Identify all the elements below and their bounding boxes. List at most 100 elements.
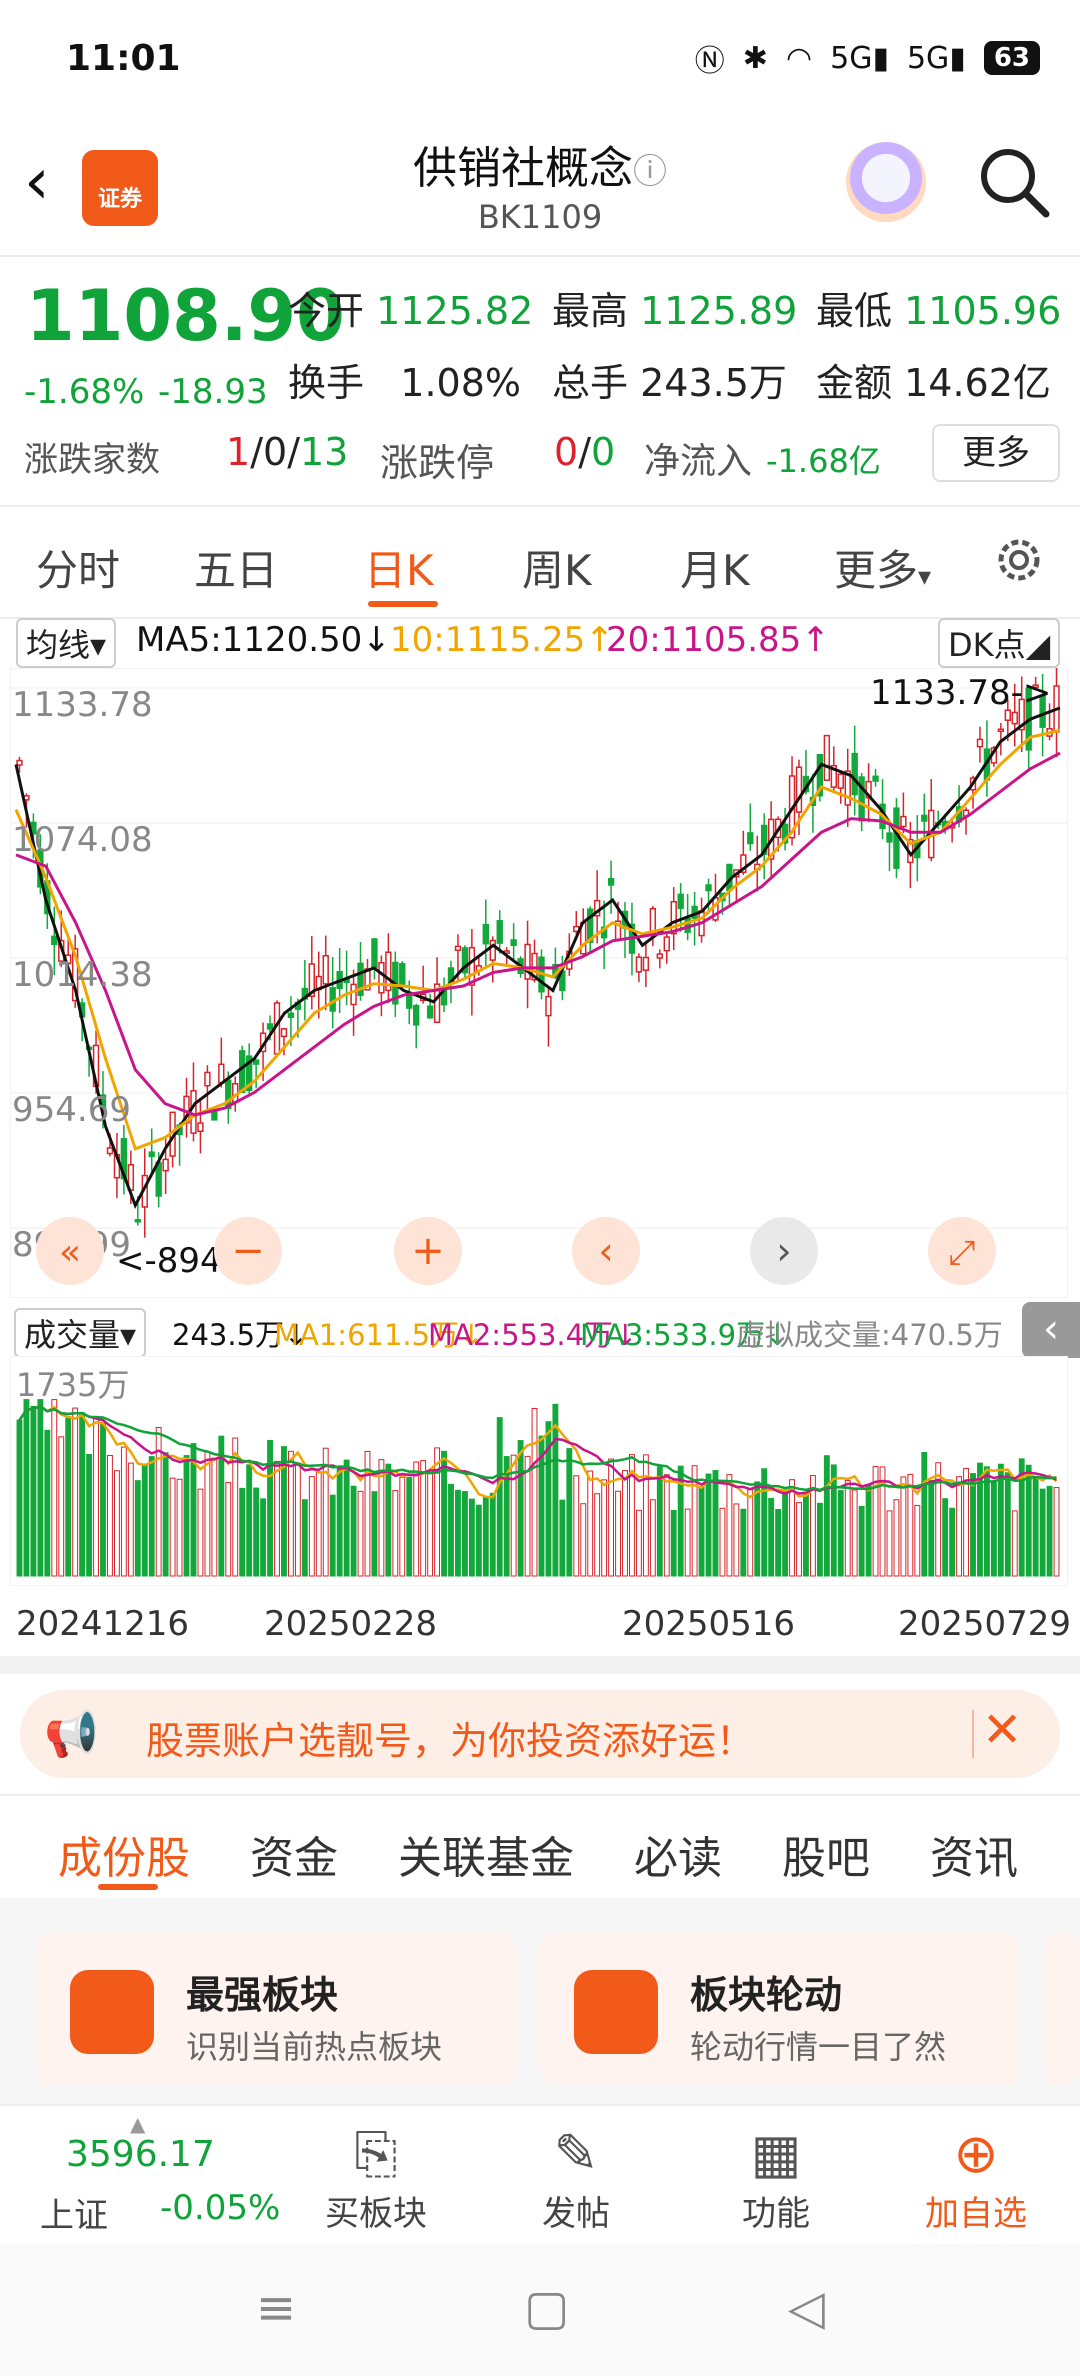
tab-intraday[interactable]: 分时 [36, 537, 120, 598]
candle [496, 920, 503, 944]
volume-bar [914, 1504, 921, 1577]
fullscreen-button[interactable]: ⤢ [928, 1217, 996, 1285]
functions-button[interactable]: ▦ 功能 [696, 2122, 856, 2235]
gear-icon[interactable] [990, 531, 1048, 589]
home-icon[interactable]: ▢ [524, 2280, 569, 2336]
candle [635, 956, 643, 973]
volume-bar [782, 1491, 789, 1577]
dk-point-button[interactable]: DK点◢ [938, 618, 1061, 668]
amount-field: 金额 14.62亿 [816, 361, 1051, 405]
index-value[interactable]: 3596.17 [66, 2134, 215, 2175]
zoom-out-button[interactable]: − [214, 1217, 282, 1285]
buy-sector-button[interactable]: ⎘ 买板块 [296, 2122, 456, 2235]
menu-icon[interactable]: ≡ [256, 2280, 296, 2336]
scroll-right-button[interactable]: › [750, 1217, 818, 1285]
search-icon[interactable] [974, 142, 1054, 222]
card-partial[interactable] [1044, 1934, 1080, 2084]
tab-five-day[interactable]: 五日 [194, 537, 278, 598]
volume-bar [183, 1455, 190, 1577]
candle [823, 734, 831, 781]
volume-bar [211, 1457, 218, 1577]
volume-bar [851, 1489, 858, 1577]
volume-bar [740, 1508, 747, 1577]
volume-bar [649, 1499, 656, 1577]
caret-up-icon: ▲ [130, 2112, 146, 2136]
index-change[interactable]: -0.05% [160, 2188, 280, 2228]
more-button[interactable]: 更多 [932, 424, 1060, 482]
back-nav-icon[interactable]: ◁ [788, 2280, 825, 2336]
volume-bar [594, 1493, 601, 1577]
volume-bar [399, 1476, 406, 1577]
candle [197, 1122, 204, 1133]
candle [51, 935, 58, 946]
zoom-in-button[interactable]: + [394, 1217, 462, 1285]
scroll-left-fast-button[interactable]: « [36, 1217, 104, 1285]
tab-weekly-k[interactable]: 周K [522, 537, 592, 598]
volume-bar [385, 1463, 392, 1577]
tab-capital[interactable]: 资金 [250, 1822, 338, 1886]
tab-must-read[interactable]: 必读 [634, 1822, 722, 1886]
tab-forum[interactable]: 股吧 [782, 1822, 870, 1886]
volume-bar [468, 1498, 475, 1577]
volume-bar [705, 1473, 712, 1577]
change-pct: -1.68% [24, 372, 145, 412]
tab-monthly-k[interactable]: 月K [680, 537, 750, 598]
candle [997, 728, 1005, 732]
volume-bar [733, 1503, 740, 1577]
date-label: 20250516 [622, 1604, 796, 1644]
tab-daily-k[interactable]: 日K [364, 537, 434, 598]
low-field: 最低 1105.96 [816, 289, 1062, 333]
kline-chart[interactable]: 1133.781074.081014.38954.69894.99 1133.7… [10, 668, 1068, 1298]
promo-banner[interactable]: 📢 股票账户选靓号，为你投资添好运！ ✕ [20, 1690, 1060, 1778]
candle [399, 963, 406, 986]
candle [350, 983, 357, 1006]
volume-bar [1025, 1464, 1032, 1577]
svg-text:«: « [59, 1232, 81, 1273]
add-watchlist-button[interactable]: ⊕ 加自选 [896, 2122, 1056, 2235]
volume-bar [455, 1489, 461, 1577]
post-button[interactable]: ✎ 发帖 [496, 2122, 656, 2235]
volume-bar [482, 1496, 489, 1577]
candle [886, 832, 893, 843]
volume-bar [496, 1417, 503, 1577]
card-sector-rotation[interactable]: 板块轮动 轮动行情一目了然 [540, 1934, 1020, 2084]
volume-chart[interactable]: 1735万 [10, 1356, 1068, 1586]
ma-selector[interactable]: 均线▾ [16, 618, 117, 668]
volume-bar [1011, 1510, 1018, 1577]
volume-bar [44, 1429, 51, 1577]
tab-news[interactable]: 资讯 [930, 1822, 1018, 1886]
collapse-panel-icon[interactable]: ‹ [1022, 1302, 1080, 1358]
volume-bar [768, 1497, 775, 1577]
index-name[interactable]: 上证 [40, 2188, 108, 2237]
scroll-left-button[interactable]: ‹ [572, 1217, 640, 1285]
chart-board-icon [70, 1970, 154, 2054]
candle [378, 962, 385, 994]
volume-bar [197, 1488, 204, 1577]
candle [211, 1110, 218, 1121]
banner-text[interactable]: 股票账户选靓号，为你投资添好运！ [146, 1710, 754, 1765]
volume-bar [712, 1470, 719, 1577]
volume-legend: 成交量▾ 243.5万↓ MA1:611.5万↓ MA2:553.4万↓ MA3… [0, 1300, 1080, 1358]
tab-more[interactable]: 更多▾ [834, 537, 931, 598]
volume-bar [580, 1503, 587, 1577]
candle [252, 1059, 260, 1065]
feature-cards: 最强板块 识别当前热点板块 板块轮动 轮动行情一目了然 [0, 1898, 1080, 2104]
volume-bar [747, 1489, 754, 1577]
close-icon[interactable]: ✕ [982, 1702, 1022, 1758]
tab-related-funds[interactable]: 关联基金 [398, 1822, 574, 1886]
volume-bar [990, 1480, 997, 1577]
volume-bar [956, 1476, 963, 1577]
tab-constituents[interactable]: 成份股 [58, 1822, 190, 1886]
robot-avatar-icon[interactable] [846, 142, 926, 222]
volume-bar [587, 1470, 594, 1577]
card-strongest-sector[interactable]: 最强板块 识别当前热点板块 [36, 1934, 516, 2084]
date-axis: 20241216 20250228 20250516 20250729 [0, 1598, 1080, 1658]
candle [656, 953, 663, 959]
grid-icon: ▦ [750, 2122, 802, 2185]
date-label: 20250228 [264, 1604, 438, 1644]
volume-selector[interactable]: 成交量▾ [14, 1308, 147, 1358]
info-icon[interactable]: ⓘ [633, 152, 667, 192]
volume-bar [58, 1436, 65, 1577]
candle [134, 1219, 141, 1223]
volume-bar [315, 1471, 322, 1577]
